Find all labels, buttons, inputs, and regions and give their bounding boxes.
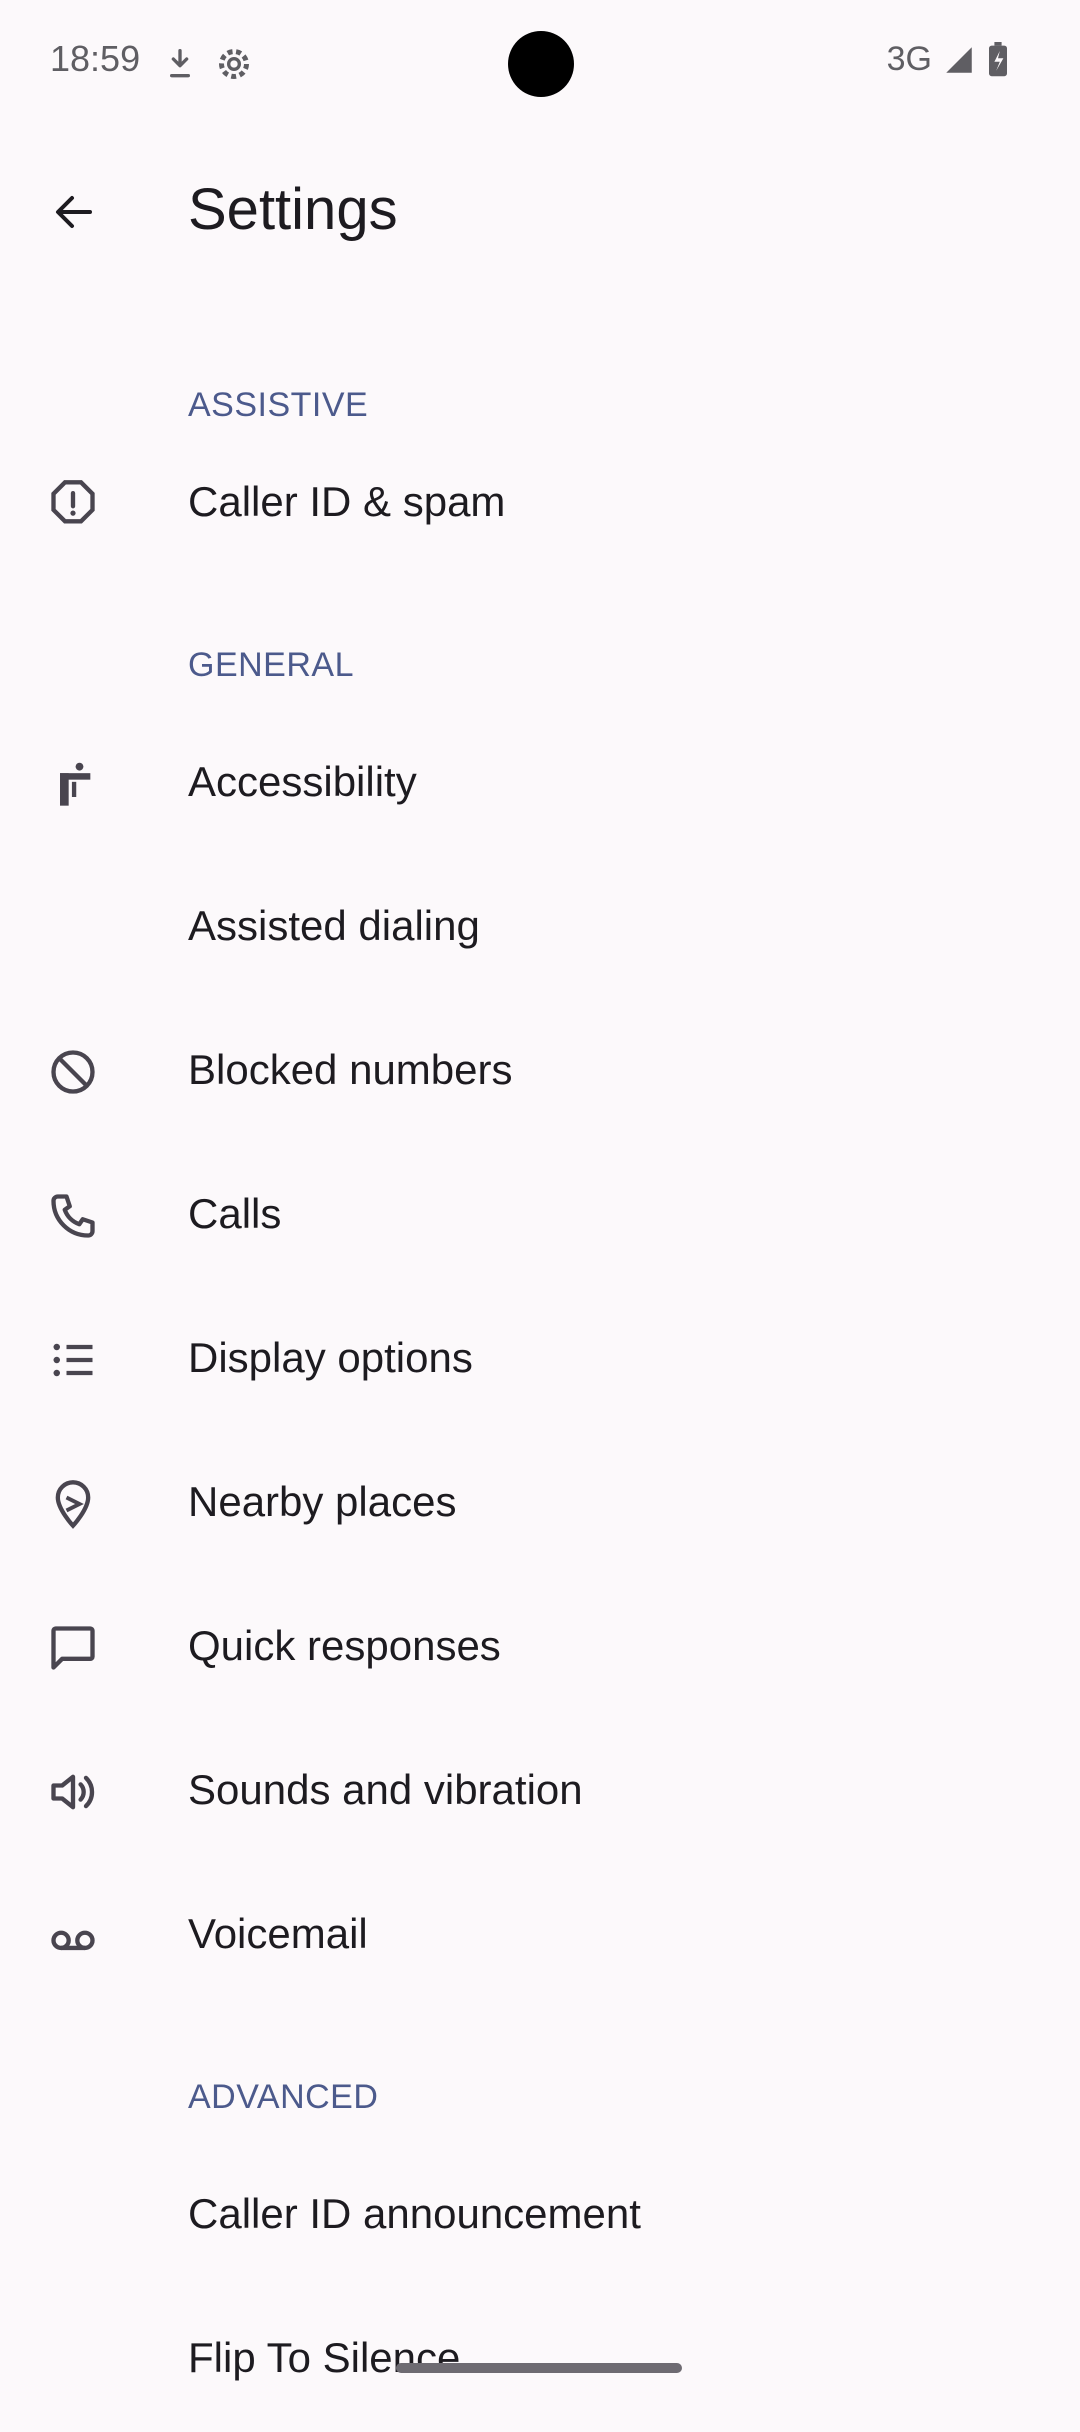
network-type: 3G xyxy=(886,40,932,78)
settings-item-label: Voicemail xyxy=(188,1910,368,1957)
settings-item-label: Calls xyxy=(188,1190,282,1237)
signal-icon xyxy=(942,43,976,77)
settings-item-label: Flip To Silence xyxy=(188,2334,461,2381)
settings-item-label: Caller ID announcement xyxy=(188,2190,641,2237)
section-header-general: GENERAL xyxy=(0,618,1080,712)
settings-item-label: Quick responses xyxy=(188,1622,501,1669)
page-title: Settings xyxy=(188,177,398,242)
list-icon xyxy=(42,1329,104,1391)
volume-icon xyxy=(42,1761,104,1823)
section-header-advanced: ADVANCED xyxy=(0,2050,1080,2144)
arrow-back-icon xyxy=(50,188,98,236)
settings-list[interactable]: ASSISTIVE Caller ID & spam GENERAL Acces… xyxy=(0,294,1080,2432)
status-indicators: 3G xyxy=(887,40,1010,79)
phone-icon xyxy=(42,1185,104,1247)
settings-item-display-options[interactable]: Display options xyxy=(0,1288,1080,1432)
back-button[interactable] xyxy=(0,138,148,286)
front-camera xyxy=(508,31,574,97)
settings-item-accessibility[interactable]: Accessibility xyxy=(0,712,1080,856)
download-icon xyxy=(160,44,200,84)
section-title: ASSISTIVE xyxy=(188,386,369,424)
status-time: 18:59 xyxy=(50,38,141,79)
block-icon xyxy=(42,1041,104,1103)
status-bar: 18:59 3G xyxy=(0,0,1080,128)
section-title: ADVANCED xyxy=(188,2078,379,2116)
settings-item-label: Accessibility xyxy=(188,758,417,805)
settings-item-label: Nearby places xyxy=(188,1478,457,1525)
settings-item-sounds-vibration[interactable]: Sounds and vibration xyxy=(0,1720,1080,1864)
settings-item-blocked-numbers[interactable]: Blocked numbers xyxy=(0,1000,1080,1144)
location-pin-icon xyxy=(42,1473,104,1535)
settings-item-voicemail[interactable]: Voicemail xyxy=(0,1864,1080,2008)
gesture-nav-handle[interactable] xyxy=(396,2363,682,2373)
settings-item-caller-id-announcement[interactable]: Caller ID announcement xyxy=(0,2144,1080,2288)
settings-item-label: Display options xyxy=(188,1334,473,1381)
section-header-assistive: ASSISTIVE xyxy=(0,336,1080,432)
accessibility-icon xyxy=(42,753,104,815)
settings-item-label: Blocked numbers xyxy=(188,1046,513,1093)
settings-item-flip-to-silence[interactable]: Flip To Silence xyxy=(0,2288,1080,2432)
settings-item-label: Caller ID & spam xyxy=(188,478,506,525)
voicemail-icon xyxy=(42,1905,104,1967)
settings-item-quick-responses[interactable]: Quick responses xyxy=(0,1576,1080,1720)
settings-item-label: Assisted dialing xyxy=(188,902,480,949)
settings-item-caller-id-spam[interactable]: Caller ID & spam xyxy=(0,432,1080,576)
battery-charging-icon xyxy=(986,41,1010,78)
app-bar: Settings xyxy=(0,128,1080,294)
section-title: GENERAL xyxy=(188,646,354,684)
settings-gear-icon xyxy=(214,44,254,84)
settings-item-calls[interactable]: Calls xyxy=(0,1144,1080,1288)
settings-item-assisted-dialing[interactable]: Assisted dialing xyxy=(0,856,1080,1000)
chat-bubble-icon xyxy=(42,1617,104,1679)
settings-item-nearby-places[interactable]: Nearby places xyxy=(0,1432,1080,1576)
settings-item-label: Sounds and vibration xyxy=(188,1766,583,1813)
spam-alert-icon xyxy=(42,473,104,535)
